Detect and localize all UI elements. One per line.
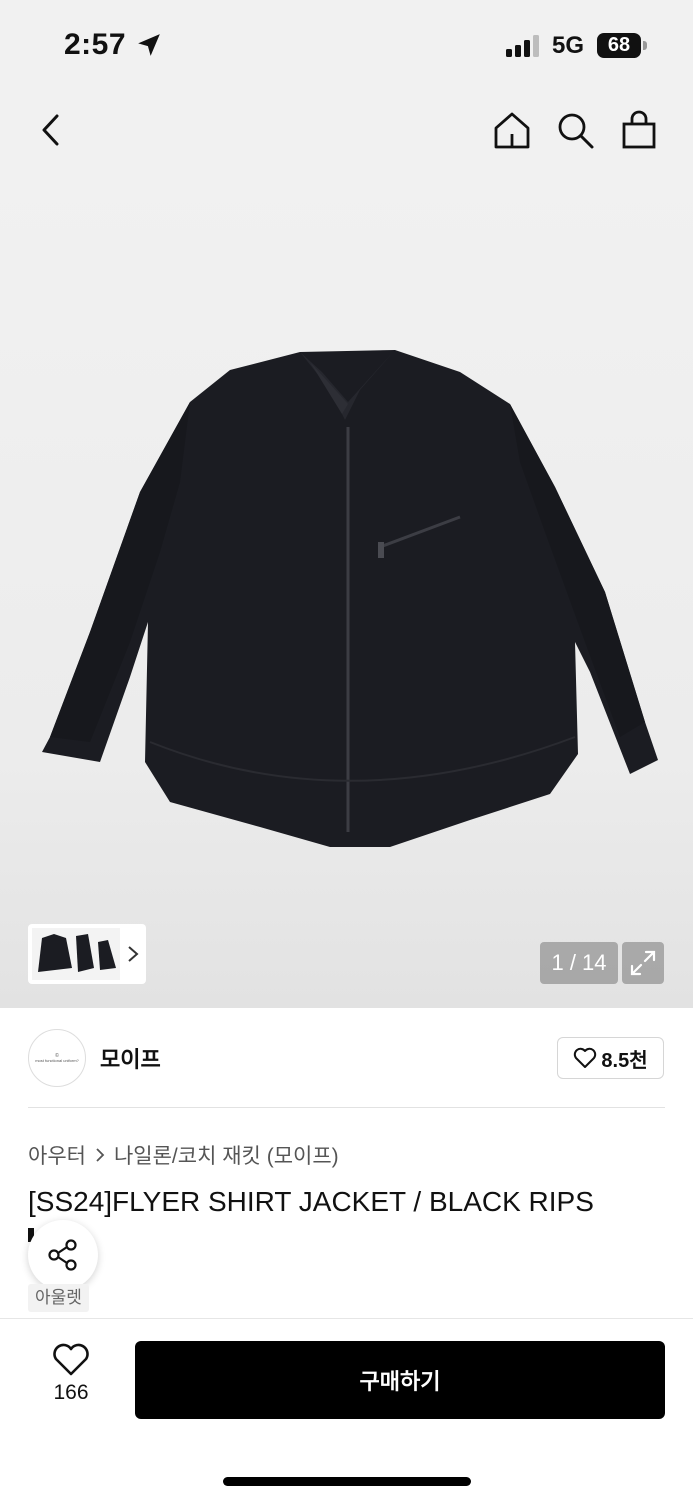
expand-button[interactable]: [622, 942, 664, 984]
status-time: 2:57: [64, 28, 127, 61]
brand-row: © most functional uniform? 모이프 8.5천: [0, 1008, 693, 1108]
share-icon: [48, 1239, 77, 1271]
signal-icon: [506, 35, 539, 57]
product-title: [SS24]FLYER SHIRT JACKET / BLACK RIPS: [28, 1186, 594, 1217]
share-button[interactable]: [28, 1220, 98, 1290]
battery-tip: [643, 41, 647, 50]
heart-icon: [574, 1047, 597, 1068]
location-arrow-icon: [138, 34, 160, 56]
buy-button[interactable]: 구매하기: [135, 1341, 665, 1419]
breadcrumb: 아우터 나일론/코치 재킷 (모이프): [28, 1140, 339, 1170]
battery-level: 68: [597, 33, 641, 58]
home-indicator: [223, 1477, 471, 1486]
search-button[interactable]: [553, 108, 597, 152]
cart-button[interactable]: [617, 108, 661, 152]
wishlist-count: 166: [53, 1381, 89, 1404]
home-button[interactable]: [490, 108, 534, 152]
back-button[interactable]: [28, 108, 72, 152]
home-icon: [494, 112, 530, 149]
status-bar: 2:57 5G 68: [0, 0, 693, 92]
brand-logo[interactable]: © most functional uniform?: [28, 1029, 86, 1087]
network-label: 5G: [552, 32, 585, 59]
divider: [28, 1107, 665, 1108]
chevron-left-icon: [42, 114, 59, 146]
brand-name[interactable]: 모이프: [100, 1042, 161, 1074]
breadcrumb-item-category[interactable]: 아우터: [28, 1140, 86, 1170]
outlet-tag: 아울렛: [28, 1284, 89, 1312]
image-counter: 1 / 14: [540, 942, 618, 984]
brand-like-button[interactable]: 8.5천: [557, 1037, 664, 1079]
wishlist-button[interactable]: 166: [40, 1343, 102, 1413]
bottom-bar: 166 구매하기: [0, 1318, 693, 1500]
brand-like-count: 8.5천: [601, 1049, 648, 1072]
nav-bar: [0, 92, 693, 172]
chevron-right-icon: [96, 1148, 105, 1162]
heart-icon: [53, 1343, 89, 1376]
brand-logo-text: most functional uniform?: [35, 1057, 79, 1063]
thumbnail-image: [32, 928, 120, 980]
product-image-gallery[interactable]: 1 / 14: [0, 172, 693, 1008]
expand-icon: [630, 950, 656, 976]
breadcrumb-item-subcategory[interactable]: 나일론/코치 재킷 (모이프): [114, 1140, 339, 1170]
shopping-bag-icon: [622, 110, 656, 149]
search-icon: [558, 113, 594, 149]
product-image: [42, 350, 658, 847]
battery-icon: 68: [597, 33, 647, 59]
chevron-right-icon: [128, 946, 139, 962]
thumbnail-strip[interactable]: [28, 924, 146, 984]
